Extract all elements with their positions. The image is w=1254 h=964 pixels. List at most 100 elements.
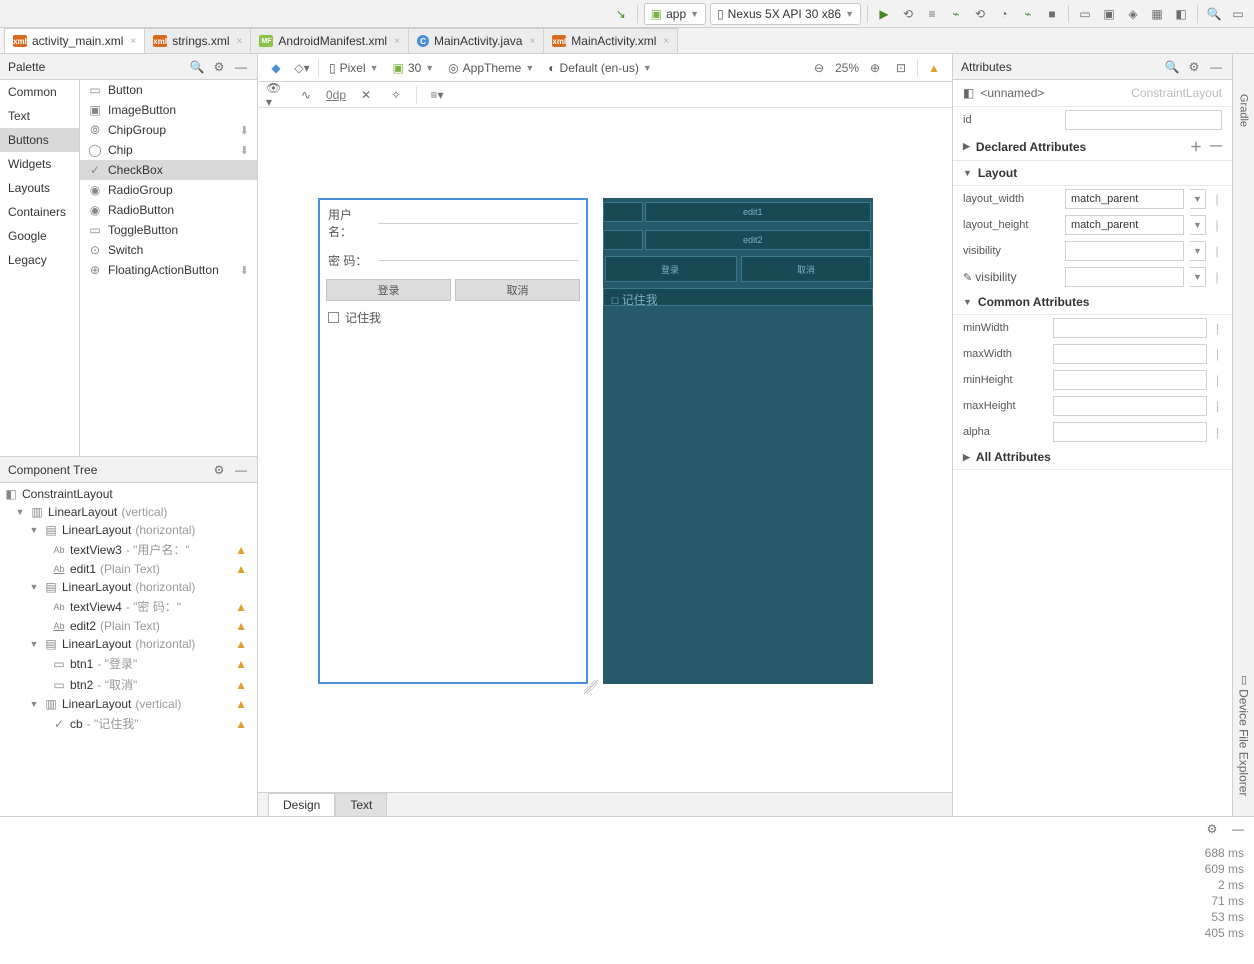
tree-node[interactable]: ▼▥LinearLayout(vertical) (0, 503, 257, 521)
layout-height-input[interactable]: match_parent (1065, 215, 1184, 235)
palette-item[interactable]: ◯Chip⬇ (80, 140, 257, 160)
device-file-explorer-tool[interactable]: ▯ Device File Explorer (1237, 673, 1251, 796)
clear-constraints-icon[interactable]: ✕ (356, 85, 376, 105)
warning-icon[interactable]: ▲ (235, 637, 247, 651)
tree-node[interactable]: ▼▥LinearLayout(vertical)▲ (0, 695, 257, 713)
resource-picker-icon[interactable]: | (1213, 425, 1222, 439)
warning-icon[interactable]: ▲ (235, 657, 247, 671)
add-icon[interactable]: ＋ (1190, 138, 1202, 155)
palette-category[interactable]: Buttons (0, 128, 79, 152)
palette-item[interactable]: ⊕FloatingActionButton⬇ (80, 260, 257, 280)
device-select[interactable]: ▯Pixel▼ (325, 58, 383, 78)
profile-icon[interactable]: ◔ (994, 4, 1014, 24)
minimize-icon[interactable]: — (1208, 59, 1224, 75)
palette-category[interactable]: Common (0, 80, 79, 104)
warning-icon[interactable]: ▲ (235, 600, 247, 614)
palette-item[interactable]: ⊙Switch (80, 240, 257, 260)
common-attributes-section[interactable]: ▼ Common Attributes (953, 290, 1232, 315)
zoom-out-icon[interactable]: ⊖ (809, 58, 829, 78)
close-icon[interactable]: × (394, 36, 400, 47)
minheight-input[interactable] (1053, 370, 1207, 390)
collapse-icon[interactable]: ▼ (28, 639, 40, 649)
tools-visibility-input[interactable] (1065, 267, 1184, 287)
palette-category[interactable]: Text (0, 104, 79, 128)
blueprint-preview[interactable]: edit1 edit2 登录 取消 ☐ 记住我 (603, 198, 873, 684)
tree-node[interactable]: ▭btn2- "取消"▲ (0, 674, 257, 695)
warning-icon[interactable]: ▲ (235, 678, 247, 692)
maxheight-input[interactable] (1053, 396, 1207, 416)
palette-item[interactable]: ◉RadioButton (80, 200, 257, 220)
close-icon[interactable]: × (663, 36, 669, 47)
maxwidth-input[interactable] (1053, 344, 1207, 364)
attach-icon[interactable]: ⌁ (1018, 4, 1038, 24)
warning-icon[interactable]: ▲ (235, 543, 247, 557)
resource-picker-icon[interactable]: | (1212, 244, 1222, 258)
layout-inspector-icon[interactable]: ▦ (1147, 4, 1167, 24)
tree-node[interactable]: ◧ConstraintLayout (0, 485, 257, 503)
resource-picker-icon[interactable]: | (1213, 321, 1222, 335)
resource-picker-icon[interactable]: | (1212, 218, 1222, 232)
coverage-icon[interactable]: ⟲ (970, 4, 990, 24)
palette-category[interactable]: Widgets (0, 152, 79, 176)
editor-tab[interactable]: C MainActivity.java × (408, 28, 544, 53)
tree-node[interactable]: ▭btn1- "登录"▲ (0, 653, 257, 674)
minimize-icon[interactable]: — (233, 59, 249, 75)
infer-constraints-icon[interactable]: ✧ (386, 85, 406, 105)
remove-icon[interactable]: — (1210, 138, 1222, 155)
design-preview[interactable]: 用户名： 密 码： 登录 取消 记住我 (318, 198, 588, 684)
close-icon[interactable]: × (237, 36, 243, 47)
dropdown-icon[interactable]: ▼ (1190, 241, 1206, 261)
palette-item[interactable]: ▭ToggleButton (80, 220, 257, 240)
tree-node[interactable]: ▼▤LinearLayout(horizontal) (0, 521, 257, 539)
stop-icon[interactable]: ■ (1042, 4, 1062, 24)
warning-icon[interactable]: ▲ (235, 619, 247, 633)
warning-icon[interactable]: ▲ (235, 717, 247, 731)
zoom-in-icon[interactable]: ⊕ (865, 58, 885, 78)
id-input[interactable] (1065, 110, 1222, 130)
search-icon[interactable]: 🔍 (1204, 4, 1224, 24)
api-select[interactable]: ▣30▼ (389, 58, 439, 78)
palette-item[interactable]: ▭Button (80, 80, 257, 100)
magnet-icon[interactable]: ∿ (296, 85, 316, 105)
layout-section[interactable]: ▼ Layout (953, 161, 1232, 186)
visibility-input[interactable] (1065, 241, 1184, 261)
orientation-icon[interactable]: ◇▾ (292, 58, 312, 78)
minimize-icon[interactable]: — (233, 462, 249, 478)
tree-node[interactable]: Abedit1(Plain Text)▲ (0, 560, 257, 578)
device-combo[interactable]: ▯ Nexus 5X API 30 x86 ▼ (710, 3, 861, 25)
default-margin[interactable]: 0dp (326, 88, 346, 102)
tree-node[interactable]: ▼▤LinearLayout(horizontal) (0, 578, 257, 596)
collapse-icon[interactable]: ▼ (14, 507, 26, 517)
dropdown-icon[interactable]: ▼ (1190, 189, 1206, 209)
gear-icon[interactable]: ⚙ (1204, 821, 1220, 837)
apply-changes-icon[interactable]: ⟲ (898, 4, 918, 24)
warning-icon[interactable]: ▲ (235, 562, 247, 576)
editor-tab[interactable]: xml activity_main.xml × (4, 28, 145, 53)
tree-node[interactable]: AbtextView3- "用户名："▲ (0, 539, 257, 560)
palette-category[interactable]: Legacy (0, 248, 79, 272)
close-icon[interactable]: × (529, 36, 535, 47)
design-tab[interactable]: Design (268, 793, 335, 816)
tree-node[interactable]: AbtextView4- "密 码："▲ (0, 596, 257, 617)
design-surface-icon[interactable]: ◆ (266, 58, 286, 78)
close-icon[interactable]: × (130, 36, 136, 47)
dropdown-icon[interactable]: ▼ (1190, 215, 1206, 235)
sdk-icon[interactable]: ▣ (1099, 4, 1119, 24)
warning-icon[interactable]: ▲ (235, 697, 247, 711)
sync-icon[interactable]: ↘ (611, 4, 631, 24)
settings-icon[interactable]: ▭ (1228, 4, 1248, 24)
gear-icon[interactable]: ⚙ (211, 59, 227, 75)
collapse-icon[interactable]: ▼ (28, 525, 40, 535)
locale-select[interactable]: ◐Default (en-us)▼ (544, 58, 656, 78)
view-options-icon[interactable]: 👁▾ (266, 85, 286, 105)
download-icon[interactable]: ⬇ (240, 264, 249, 277)
palette-category[interactable]: Google (0, 224, 79, 248)
palette-item[interactable]: ▣ImageButton (80, 100, 257, 120)
palette-item[interactable]: ◉RadioGroup (80, 180, 257, 200)
resource-picker-icon[interactable]: | (1213, 373, 1222, 387)
all-attributes-section[interactable]: ▶ All Attributes (953, 445, 1232, 470)
palette-item[interactable]: ✓CheckBox (80, 160, 257, 180)
debug-icon[interactable]: ⌁ (946, 4, 966, 24)
resource-picker-icon[interactable]: | (1212, 270, 1222, 284)
layout-width-input[interactable]: match_parent (1065, 189, 1184, 209)
